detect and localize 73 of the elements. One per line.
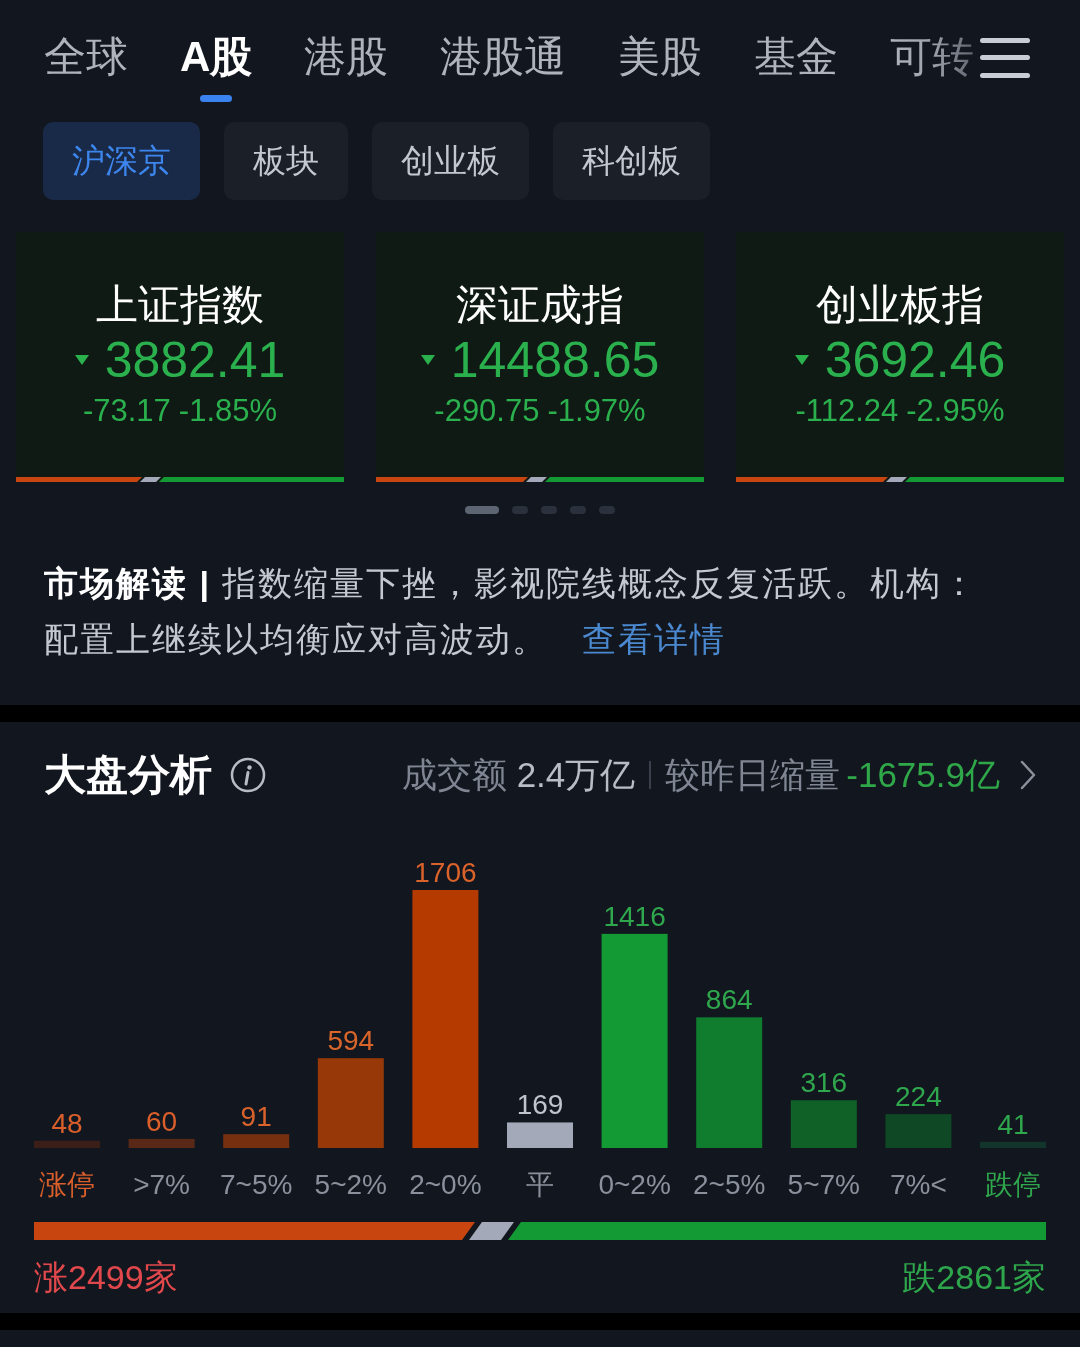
- unchanged-segment: [136, 477, 164, 482]
- category-label: 7~5%: [220, 1169, 293, 1200]
- index-change: -112.24: [795, 392, 899, 430]
- market-tab[interactable]: 港股通: [440, 32, 567, 102]
- category-label: 0~2%: [598, 1169, 671, 1200]
- bar: [128, 1138, 195, 1148]
- market-tab[interactable]: 美股: [618, 32, 703, 102]
- bar-value-label: 48: [51, 1107, 83, 1139]
- category-label: 涨停: [39, 1169, 95, 1200]
- turnover-label: 成交额: [401, 754, 507, 796]
- bar-value-label: 316: [800, 1067, 848, 1099]
- bar-value-label: 169: [516, 1089, 564, 1121]
- turnover-value: 2.4万亿: [516, 754, 636, 796]
- bar: [885, 1114, 952, 1148]
- bar-value-label: 1706: [414, 857, 477, 888]
- category-label: 平: [526, 1169, 554, 1200]
- index-card[interactable]: 创业板指 3692.46 -112.24 -2.95%: [736, 232, 1064, 482]
- sub-tab[interactable]: 板块: [224, 122, 348, 200]
- category-label: 5~2%: [314, 1169, 387, 1200]
- bar: [223, 1134, 290, 1148]
- bar-value-label: 864: [705, 984, 753, 1016]
- bar-value-label: 1416: [603, 900, 666, 932]
- bar: [34, 1140, 100, 1148]
- menu-icon[interactable]: [980, 38, 1030, 78]
- index-card[interactable]: 深证成指 14488.65 -290.75 -1.97%: [376, 232, 704, 482]
- index-change: -73.17: [82, 392, 171, 430]
- category-label: 7%<: [890, 1169, 947, 1200]
- unchanged-segment: [461, 1222, 521, 1240]
- sub-tab[interactable]: 沪深京: [43, 122, 200, 200]
- sub-tab[interactable]: 创业板: [372, 122, 529, 200]
- bar-value-label: 224: [895, 1081, 942, 1113]
- index-change-percent: -2.95%: [906, 392, 1005, 430]
- fall-count: 跌2861家: [902, 1258, 1046, 1296]
- index-name: 上证指数: [96, 280, 264, 330]
- comparison-value: -1675.9亿: [846, 754, 1000, 796]
- bar-value-label: 91: [240, 1101, 272, 1133]
- index-card[interactable]: 上证指数 3882.41 -73.17 -1.85%: [16, 232, 344, 482]
- index-change-percent: -1.85%: [178, 392, 278, 430]
- market-tab[interactable]: 港股: [304, 32, 389, 102]
- info-icon[interactable]: [230, 757, 266, 793]
- bar-value-label: 41: [997, 1108, 1029, 1140]
- rise-count: 涨2499家: [34, 1258, 178, 1296]
- bar: [980, 1141, 1046, 1148]
- triangle-icon: [74, 355, 89, 365]
- unchanged-segment: [883, 477, 911, 482]
- bar-value-label: 594: [327, 1025, 375, 1057]
- bar: [507, 1122, 573, 1148]
- category-label: 2~5%: [693, 1169, 766, 1200]
- market-tab[interactable]: 基金: [754, 32, 839, 102]
- triangle-icon: [794, 355, 809, 365]
- triangle-icon: [420, 355, 435, 365]
- market-tab[interactable]: A股: [180, 32, 253, 102]
- market-tab[interactable]: 全球: [44, 32, 128, 102]
- index-value: 14488.65: [450, 332, 660, 388]
- category-label: 跌停: [985, 1169, 1041, 1200]
- index-name: 深证成指: [456, 280, 624, 330]
- market-commentary: 市场解读 | 指数缩量下挫，影视院线概念反复活跃。机构：配置上继续以均衡应对高波动。 查看详情: [44, 563, 980, 660]
- bar: [790, 1100, 857, 1148]
- index-name: 创业板指: [816, 280, 984, 330]
- index-change-percent: -1.97%: [547, 392, 646, 430]
- sub-tab[interactable]: 科创板: [553, 122, 710, 200]
- unchanged-segment: [523, 477, 551, 482]
- category-label: 2~0%: [409, 1169, 482, 1200]
- chevron-right-icon[interactable]: [1020, 760, 1036, 790]
- index-change: -290.75: [434, 392, 540, 430]
- index-value: 3692.46: [824, 332, 1006, 388]
- comparison-label: 较昨日缩量: [665, 754, 841, 796]
- index-value: 3882.41: [104, 332, 286, 388]
- category-label: >7%: [133, 1169, 190, 1200]
- category-label: 5~7%: [787, 1169, 860, 1200]
- view-details-link[interactable]: 查看详情: [582, 620, 726, 658]
- bar-value-label: 60: [146, 1105, 178, 1137]
- section-title: 大盘分析: [44, 750, 212, 800]
